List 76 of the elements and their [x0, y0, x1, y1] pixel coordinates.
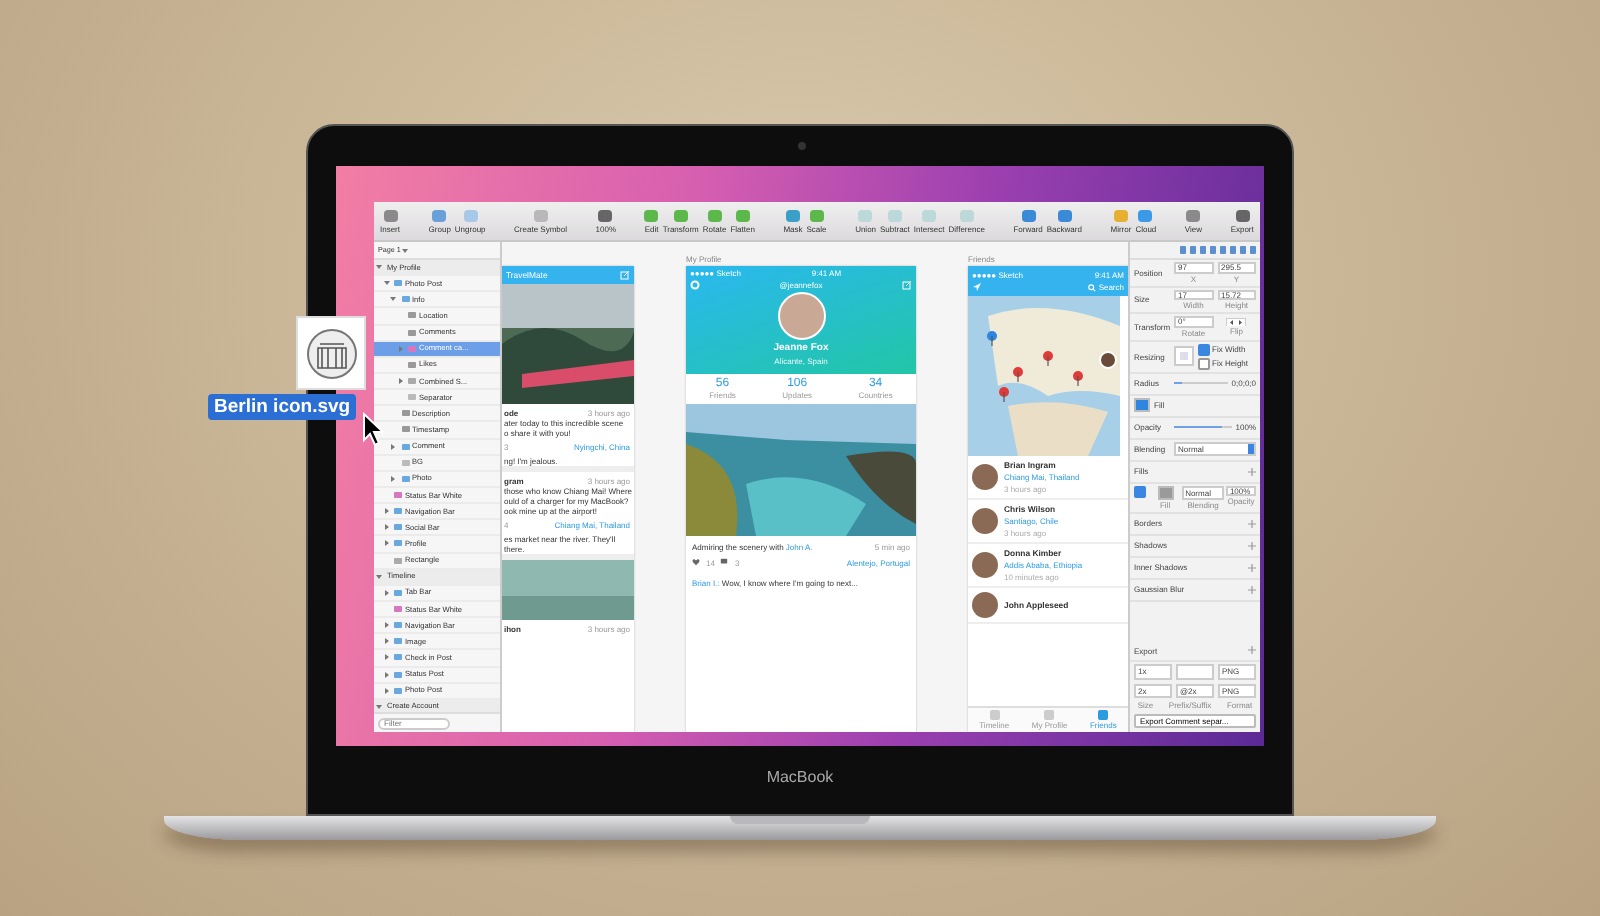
camera-icon [798, 142, 806, 150]
file-icon[interactable] [296, 316, 366, 390]
group-layer-icon [394, 508, 402, 515]
disclosure-triangle-icon[interactable] [397, 345, 403, 352]
add-icon[interactable] [1248, 467, 1256, 475]
add-icon[interactable] [1248, 541, 1256, 549]
add-icon[interactable] [1248, 519, 1256, 527]
add-icon[interactable] [1248, 585, 1256, 593]
disclosure-triangle-icon[interactable] [383, 589, 389, 596]
flip-buttons-icon[interactable] [1226, 317, 1247, 326]
file-name[interactable]: Berlin icon.svg [208, 394, 357, 420]
shape-layer-icon [394, 557, 402, 564]
text-layer-icon [408, 361, 416, 368]
group-layer-icon [394, 622, 402, 629]
disclosure-triangle-icon[interactable] [383, 508, 389, 515]
disclosure-triangle-icon[interactable] [383, 524, 389, 531]
checkbox[interactable] [1134, 485, 1146, 497]
checkbox[interactable] [1198, 357, 1210, 369]
symbol-layer-icon [394, 492, 402, 499]
group-layer-icon [394, 540, 402, 547]
location-arrow-icon[interactable] [972, 282, 982, 292]
settings-icon[interactable] [690, 280, 700, 290]
symbol-layer-icon [394, 606, 402, 613]
compose-icon[interactable] [901, 280, 912, 290]
comment-bubble-icon[interactable] [720, 558, 729, 566]
suffix-field[interactable] [1176, 664, 1214, 679]
avatar [777, 292, 825, 340]
text-layer-icon [408, 329, 416, 336]
search-icon[interactable] [1088, 283, 1097, 291]
disclosure-triangle-icon[interactable] [383, 687, 389, 694]
photo-placeholder [502, 560, 634, 620]
heart-icon[interactable] [692, 558, 700, 566]
group-layer-icon [394, 589, 402, 596]
avatar [972, 508, 998, 534]
avatar [972, 464, 998, 490]
checkbox[interactable] [1198, 343, 1210, 355]
color-swatch[interactable] [1134, 398, 1150, 412]
photo-placeholder [502, 284, 634, 404]
dropdown-caret-icon[interactable] [402, 247, 409, 253]
shape-layer-icon [408, 378, 416, 385]
line-layer-icon [408, 394, 416, 401]
disclosure-triangle-icon[interactable] [383, 622, 389, 629]
group-layer-icon [401, 475, 409, 482]
disclosure-triangle-icon[interactable] [383, 280, 389, 287]
group-layer-icon [394, 671, 402, 678]
group-layer-icon [394, 687, 402, 694]
disclosure-triangle-icon[interactable] [383, 638, 389, 645]
disclosure-triangle-icon[interactable] [383, 654, 389, 661]
group-layer-icon [394, 280, 402, 287]
laptop-label: MacBook [766, 768, 834, 786]
disclosure-triangle-icon[interactable] [376, 264, 382, 271]
text-layer-icon [401, 426, 409, 433]
disclosure-triangle-icon[interactable] [390, 443, 396, 450]
line-layer-icon [401, 459, 409, 466]
disclosure-triangle-icon[interactable] [390, 296, 396, 303]
resizing-diagram-icon[interactable] [1174, 346, 1194, 366]
group-layer-icon [394, 654, 402, 661]
disclosure-triangle-icon[interactable] [376, 703, 382, 710]
disclosure-triangle-icon[interactable] [383, 671, 389, 678]
disclosure-triangle-icon[interactable] [383, 540, 389, 547]
group-layer-icon [394, 638, 402, 645]
color-swatch[interactable] [1157, 485, 1174, 499]
add-icon[interactable] [1248, 646, 1256, 654]
group-layer-icon [401, 443, 409, 450]
disclosure-triangle-icon[interactable] [376, 573, 382, 580]
text-layer-icon [408, 312, 416, 319]
text-layer-icon [401, 410, 409, 417]
avatar [972, 592, 998, 618]
symbol-layer-icon [408, 345, 416, 352]
group-layer-icon [394, 524, 402, 531]
group-layer-icon [401, 296, 409, 303]
add-icon[interactable] [1248, 563, 1256, 571]
avatar [972, 552, 998, 578]
disclosure-triangle-icon[interactable] [397, 378, 403, 385]
disclosure-triangle-icon[interactable] [390, 475, 396, 482]
compose-icon[interactable] [620, 270, 630, 280]
